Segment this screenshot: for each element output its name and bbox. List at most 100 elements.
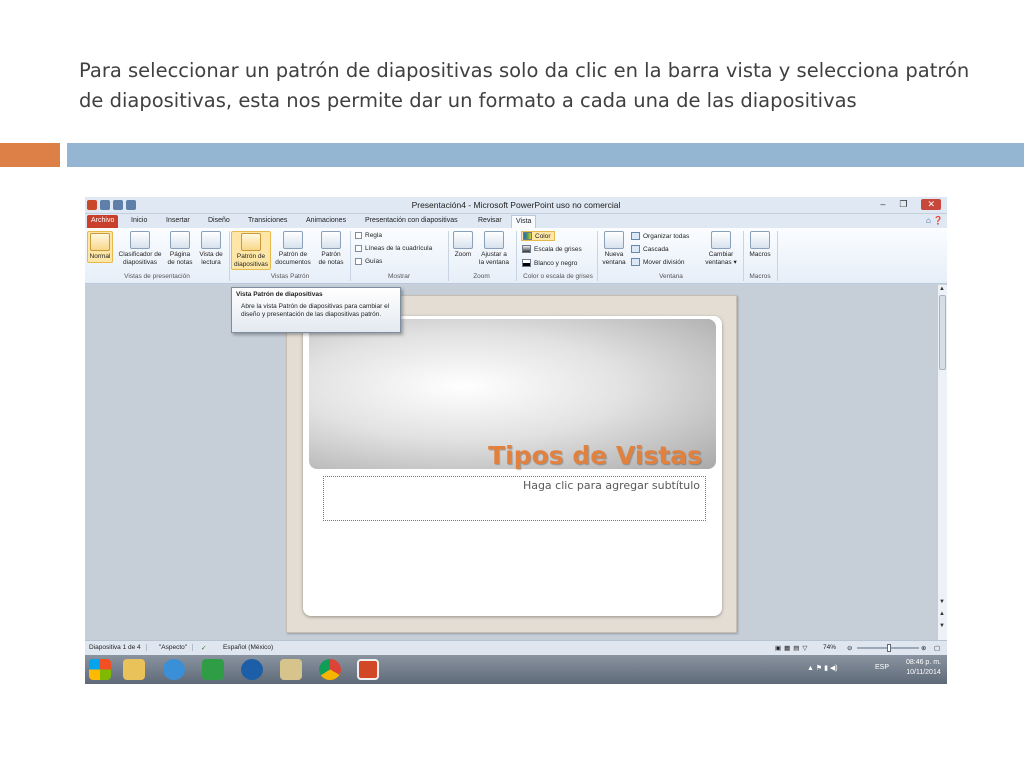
- slide-sorter-button[interactable]: Clasificador de diapositivas: [115, 231, 165, 266]
- tooltip: Vista Patrón de diapositivas Abre la vis…: [231, 287, 401, 333]
- spellcheck-icon[interactable]: ✓: [201, 644, 206, 652]
- clock-time: 08:46 p. m.: [905, 659, 941, 666]
- black-white-swatch-icon: [522, 259, 531, 267]
- group-label-macros: Macros: [749, 273, 771, 280]
- scroll-thumb[interactable]: [939, 295, 946, 370]
- tray-icons[interactable]: ▲ ⚑ ▮ ◀): [807, 664, 838, 672]
- notes-master-button[interactable]: Patrón de notas: [315, 231, 347, 266]
- close-icon[interactable]: ✕: [921, 199, 941, 210]
- slide-heading: Para seleccionar un patrón de diapositiv…: [79, 59, 970, 112]
- tab-inicio[interactable]: Inicio: [127, 215, 151, 228]
- prev-slide-icon[interactable]: ▲: [939, 611, 945, 617]
- subtitle-placeholder[interactable]: Haga clic para agregar subtítulo: [323, 476, 706, 521]
- powerpoint-screenshot: Presentación4 - Microsoft PowerPoint uso…: [85, 197, 947, 684]
- guides-checkbox[interactable]: Guías: [355, 258, 382, 265]
- vertical-scrollbar[interactable]: ▲ ▼ ▲ ▼: [937, 285, 947, 640]
- ribbon-separator: [597, 231, 598, 281]
- color-option[interactable]: Color: [521, 231, 555, 241]
- fit-window-icon: [484, 231, 504, 249]
- zoom-button[interactable]: Zoom: [451, 231, 475, 259]
- theme-name: "Aspecto": [159, 644, 194, 651]
- start-windows-icon[interactable]: [89, 659, 111, 680]
- scroll-down-icon[interactable]: ▼: [939, 599, 945, 605]
- grayscale-option[interactable]: Escala de grises: [522, 245, 582, 253]
- accent-bar-blue: [67, 143, 1024, 167]
- scroll-up-icon[interactable]: ▲: [939, 286, 945, 292]
- arrange-all-button[interactable]: Organizar todas: [631, 232, 689, 240]
- switch-windows-icon: [711, 231, 731, 249]
- fit-to-window-button[interactable]: Ajustar a la ventana: [476, 231, 512, 266]
- hp-icon[interactable]: [241, 659, 263, 680]
- ribbon: Normal Clasificador de diapositivas Pági…: [85, 228, 947, 284]
- zoom-slider[interactable]: [857, 644, 919, 652]
- tooltip-title: Vista Patrón de diapositivas: [236, 291, 323, 298]
- checkbox-icon: [355, 245, 362, 252]
- normal-view-icon: [90, 233, 110, 251]
- status-bar: Diapositiva 1 de 4 "Aspecto" ✓ Español (…: [85, 640, 947, 655]
- slide-count: Diapositiva 1 de 4: [89, 644, 147, 651]
- view-buttons[interactable]: ▣▦▤▽: [775, 644, 810, 652]
- powerpoint-taskbar-icon[interactable]: [357, 659, 379, 680]
- accent-bar-orange: [0, 143, 60, 167]
- internet-explorer-icon[interactable]: [163, 659, 185, 680]
- tab-presentacion[interactable]: Presentación con diapositivas: [361, 215, 462, 228]
- paint-icon[interactable]: [280, 659, 302, 680]
- move-split-icon: [631, 258, 640, 266]
- maximize-icon[interactable]: ❐: [899, 199, 907, 210]
- chrome-icon[interactable]: [319, 659, 341, 680]
- window-title: Presentación4 - Microsoft PowerPoint uso…: [411, 200, 621, 210]
- cascade-icon: [631, 245, 640, 253]
- title-bar: Presentación4 - Microsoft PowerPoint uso…: [85, 197, 947, 214]
- tab-animaciones[interactable]: Animaciones: [302, 215, 350, 228]
- zoom-slider-knob[interactable]: [887, 644, 891, 652]
- file-explorer-icon[interactable]: [123, 659, 145, 680]
- magnifier-icon: [453, 231, 473, 249]
- language-indicator[interactable]: ESP: [875, 664, 889, 671]
- new-window-button[interactable]: Nueva ventana: [599, 231, 629, 266]
- fit-slide-icon[interactable]: ▢: [934, 644, 940, 652]
- gridlines-checkbox[interactable]: Líneas de la cuadrícula: [355, 245, 432, 252]
- tab-diseno[interactable]: Diseño: [204, 215, 234, 228]
- tab-transiciones[interactable]: Transiciones: [244, 215, 291, 228]
- color-swatch-icon: [523, 232, 532, 240]
- slide-frame: Tipos de Vistas Haga clic para agregar s…: [286, 295, 737, 633]
- notes-page-button[interactable]: Página de notas: [165, 231, 195, 266]
- window-controls: – ❐ ✕: [880, 199, 941, 210]
- black-white-option[interactable]: Blanco y negro: [522, 259, 577, 267]
- normal-view-button[interactable]: Normal: [87, 231, 113, 263]
- group-label-color: Color o escala de grises: [523, 273, 593, 280]
- language-status[interactable]: Español (México): [223, 644, 273, 651]
- slide-master-icon: [241, 233, 261, 251]
- tab-revisar[interactable]: Revisar: [474, 215, 506, 228]
- slide-sorter-icon: [130, 231, 150, 249]
- macros-button[interactable]: Macros: [745, 231, 775, 259]
- reading-view-button[interactable]: Vista de lectura: [196, 231, 226, 266]
- ribbon-separator: [777, 231, 778, 281]
- help-icons[interactable]: ⌂ ❓: [926, 216, 943, 225]
- tooltip-description: Abre la vista Patrón de diapositivas par…: [241, 303, 390, 318]
- slide-canvas[interactable]: Tipos de Vistas Haga clic para agregar s…: [303, 316, 722, 616]
- next-slide-icon[interactable]: ▼: [939, 623, 945, 629]
- move-split-button[interactable]: Mover división: [631, 258, 685, 266]
- slide-title[interactable]: Tipos de Vistas: [488, 441, 702, 470]
- ribbon-tabs: Archivo Inicio Insertar Diseño Transicio…: [85, 214, 947, 228]
- grayscale-swatch-icon: [522, 245, 531, 253]
- notes-page-icon: [170, 231, 190, 249]
- zoom-out-icon[interactable]: ⊖: [847, 644, 852, 652]
- store-icon[interactable]: [202, 659, 224, 680]
- zoom-in-icon[interactable]: ⊕: [921, 644, 926, 652]
- clock[interactable]: 08:46 p. m. 10/11/2014: [906, 658, 941, 678]
- zoom-level[interactable]: 74%: [823, 644, 836, 651]
- switch-windows-button[interactable]: Cambiar ventanas ▾: [701, 231, 741, 266]
- tab-archivo[interactable]: Archivo: [87, 215, 119, 228]
- group-label-ventana: Ventana: [659, 273, 683, 280]
- tab-insertar[interactable]: Insertar: [162, 215, 194, 228]
- tab-vista[interactable]: Vista: [511, 215, 537, 228]
- handout-master-icon: [283, 231, 303, 249]
- handout-master-button[interactable]: Patrón de documentos: [273, 231, 313, 266]
- slide-master-button[interactable]: Patrón de diapositivas: [231, 231, 271, 270]
- subtitle-placeholder-text: Haga clic para agregar subtítulo: [522, 479, 700, 492]
- cascade-button[interactable]: Cascada: [631, 245, 669, 253]
- ruler-checkbox[interactable]: Regla: [355, 232, 382, 239]
- minimize-icon[interactable]: –: [880, 199, 885, 210]
